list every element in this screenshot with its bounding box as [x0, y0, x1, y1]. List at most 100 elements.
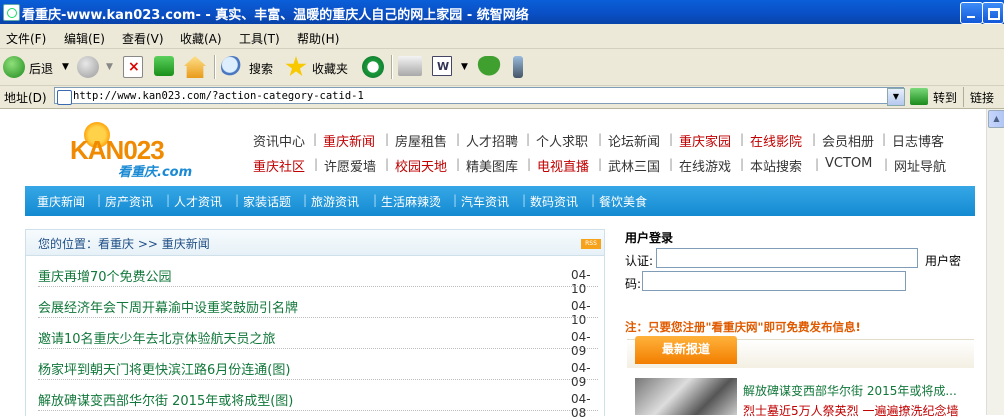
latest-reports-tab[interactable]: 最新报道: [635, 336, 737, 364]
toolbar: 后退 ▼ ▼ × 搜索 收藏夹 W ▼: [0, 49, 1004, 86]
edit-dropdown-icon[interactable]: ▼: [461, 62, 468, 72]
go-arrow-icon[interactable]: [910, 88, 928, 105]
category-nav-item[interactable]: 家装话题: [243, 193, 291, 210]
menu-edit[interactable]: 编辑(E): [64, 30, 105, 47]
top-link[interactable]: 重庆家园: [679, 131, 731, 150]
category-nav-item[interactable]: 生活麻辣烫: [381, 193, 441, 210]
tree-icon[interactable]: [477, 56, 501, 80]
address-bar: 地址(D) ▼ 转到 链接: [0, 86, 1004, 109]
top-link[interactable]: 日志博客: [892, 131, 944, 150]
category-nav-item[interactable]: 汽车资讯: [461, 193, 509, 210]
vertical-scrollbar[interactable]: ▲: [986, 109, 1004, 415]
breadcrumb-bar: 您的位置：看重庆 >> 重庆新闻 RSS: [26, 230, 604, 256]
address-separator: [963, 87, 964, 107]
link-separator: |: [740, 157, 745, 171]
toolbar-separator: [391, 55, 393, 79]
link-separator: |: [815, 157, 820, 171]
restore-button[interactable]: [982, 2, 1004, 24]
auth-input[interactable]: [656, 248, 918, 268]
auth-label: 认证:: [625, 254, 654, 268]
back-button-label[interactable]: 后退: [29, 60, 53, 77]
top-link[interactable]: 房屋租售: [395, 131, 447, 150]
top-link[interactable]: 重庆社区: [253, 156, 305, 175]
link-separator: |: [456, 132, 461, 146]
print-w-icon: W: [437, 60, 450, 73]
history-icon[interactable]: [362, 56, 384, 78]
news-date: 04-08: [571, 392, 591, 420]
news-title-link[interactable]: 解放碑谋变西部华尔街 2015年或将成型(图): [38, 390, 293, 409]
category-nav-item[interactable]: 旅游资讯: [311, 193, 359, 210]
home-icon[interactable]: [184, 56, 206, 78]
links-label[interactable]: 链接: [970, 89, 994, 106]
category-nav-item[interactable]: 餐饮美食: [599, 193, 647, 210]
menu-file[interactable]: 文件(F): [6, 30, 46, 47]
category-nav-item[interactable]: 数码资讯: [530, 193, 578, 210]
back-dropdown-icon[interactable]: ▼: [62, 62, 69, 72]
top-link[interactable]: 武林三国: [608, 156, 660, 175]
password-input[interactable]: [642, 271, 906, 291]
forward-arrow-icon[interactable]: [77, 56, 99, 78]
search-icon[interactable]: [221, 56, 243, 78]
menu-view[interactable]: 查看(V): [122, 30, 164, 47]
mail-icon[interactable]: [398, 56, 422, 76]
news-title-link[interactable]: 邀请10名重庆少年去北京体验航天员之旅: [38, 328, 276, 347]
top-link[interactable]: 在线影院: [750, 131, 802, 150]
top-link[interactable]: 校园天地: [395, 156, 447, 175]
link-separator: |: [385, 157, 390, 171]
back-arrow-icon[interactable]: [3, 56, 25, 78]
latest-report-link[interactable]: 烈士墓近5万人祭英烈 一遍遍撩洗纪念墙: [743, 402, 958, 419]
news-title-link[interactable]: 会展经济年会下周开幕渝中设重奖鼓励引名牌: [38, 297, 298, 316]
category-nav-item[interactable]: 房产资讯: [105, 193, 153, 210]
menu-favorites[interactable]: 收藏(A): [180, 30, 222, 47]
top-link[interactable]: 网址导航: [894, 156, 946, 175]
latest-report-link[interactable]: 解放碑谋变西部华尔街 2015年或将成...: [743, 382, 957, 399]
address-input[interactable]: [54, 87, 904, 104]
link-separator: |: [882, 132, 887, 146]
top-link[interactable]: 在线游戏: [679, 156, 731, 175]
news-date: 04-09: [571, 361, 591, 389]
nav-separator: |: [591, 193, 596, 207]
top-link[interactable]: 会员相册: [822, 131, 874, 150]
top-link[interactable]: 许愿爱墙: [324, 156, 376, 175]
top-link[interactable]: 本站搜索: [750, 156, 802, 175]
search-button-label[interactable]: 搜索: [249, 60, 273, 77]
rss-badge[interactable]: RSS: [581, 239, 601, 249]
go-button-label[interactable]: 转到: [933, 89, 957, 106]
top-link[interactable]: VCTOM: [825, 156, 872, 171]
top-link[interactable]: 资讯中心: [253, 131, 305, 150]
link-separator: |: [669, 157, 674, 171]
latest-thumbnail[interactable]: [635, 378, 737, 415]
link-separator: |: [313, 132, 318, 146]
category-nav-item[interactable]: 重庆新闻: [37, 193, 85, 210]
news-list-panel: 您的位置：看重庆 >> 重庆新闻 RSS 重庆再增70个免费公园 04-10 会展经…: [25, 229, 605, 420]
news-divider: [38, 410, 598, 411]
favorites-button-label[interactable]: 收藏夹: [312, 60, 348, 77]
top-link[interactable]: 重庆新闻: [323, 131, 375, 150]
category-nav-item[interactable]: 人才资讯: [174, 193, 222, 210]
scroll-up-button[interactable]: ▲: [988, 110, 1004, 128]
top-link[interactable]: 精美图库: [466, 156, 518, 175]
nav-separator: |: [373, 193, 378, 207]
window-title: 看重庆-www.kan023.com- - 真实、丰富、温暖的重庆人自己的网上家…: [22, 8, 529, 23]
news-title-link[interactable]: 重庆再增70个免费公园: [38, 266, 172, 285]
link-separator: |: [884, 157, 889, 171]
nav-separator: |: [303, 193, 308, 207]
link-separator: |: [385, 132, 390, 146]
menu-help[interactable]: 帮助(H): [297, 30, 339, 47]
address-label: 地址(D): [4, 91, 47, 105]
refresh-icon[interactable]: [154, 56, 174, 76]
address-dropdown-icon[interactable]: ▼: [887, 88, 905, 106]
top-link[interactable]: 论坛新闻: [608, 131, 660, 150]
top-link[interactable]: 电视直播: [537, 156, 589, 175]
messenger-icon[interactable]: [513, 56, 523, 78]
forward-dropdown-icon[interactable]: ▼: [106, 62, 113, 72]
favorites-star-icon[interactable]: [285, 56, 307, 77]
minimize-button[interactable]: [960, 2, 983, 24]
nav-separator: |: [166, 193, 171, 207]
top-link[interactable]: 人才招聘: [466, 131, 518, 150]
toolbar-separator: [214, 55, 216, 79]
news-title-link[interactable]: 杨家坪到朝天门将更快滨江路6月份连通(图): [38, 359, 290, 378]
stop-x-icon: ×: [128, 59, 140, 75]
menu-tools[interactable]: 工具(T): [239, 30, 280, 47]
top-link[interactable]: 个人求职: [536, 131, 588, 150]
